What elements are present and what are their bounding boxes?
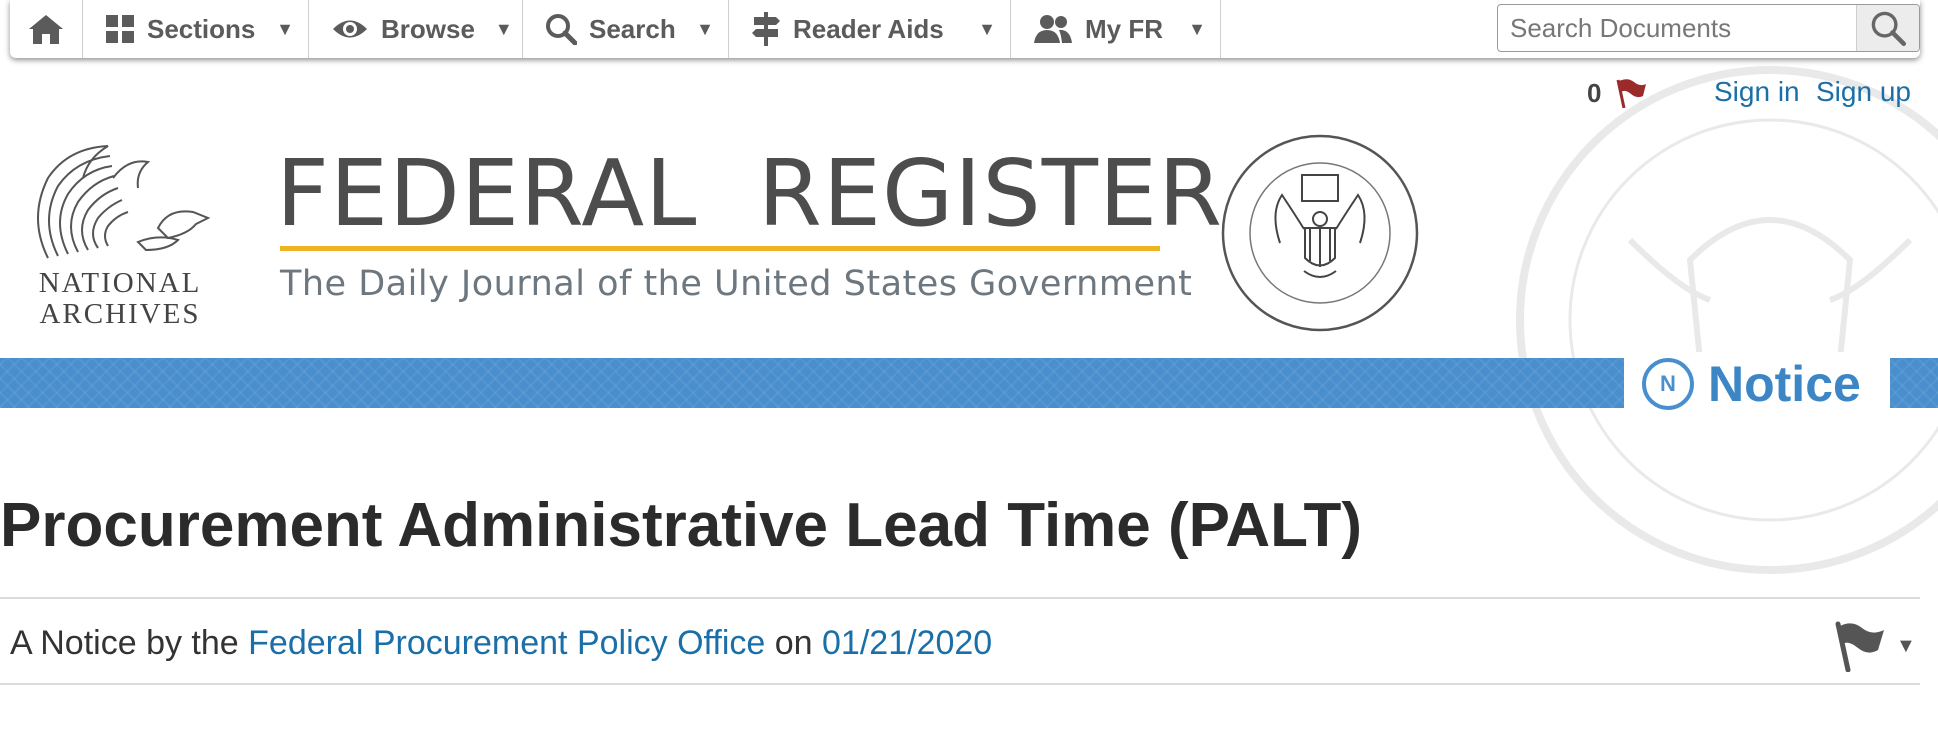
site-subtitle: The Daily Journal of the United States G… <box>280 264 1193 304</box>
search-submit-button[interactable] <box>1856 5 1919 51</box>
national-archives-wordmark: NATIONAL ARCHIVES <box>22 268 218 330</box>
agency-link[interactable]: Federal Procurement Policy Office <box>248 624 765 662</box>
nav-reader-aids[interactable]: Reader Aids ▼ <box>729 0 1011 58</box>
nav-my-fr[interactable]: My FR ▼ <box>1011 0 1221 58</box>
byline-prefix: A Notice by the <box>10 624 239 662</box>
nav-browse[interactable]: Browse ▼ <box>309 0 523 58</box>
home-button[interactable] <box>10 0 83 58</box>
nara-seal[interactable] <box>1220 133 1420 338</box>
chevron-down-icon[interactable]: ▼ <box>256 19 294 40</box>
chevron-down-icon[interactable]: ▼ <box>475 19 513 40</box>
nav-sections[interactable]: Sections ▼ <box>83 0 309 58</box>
users-icon <box>1033 14 1073 44</box>
grid-icon <box>105 14 135 44</box>
chevron-down-icon[interactable]: ▼ <box>958 19 996 40</box>
search-input[interactable] <box>1498 6 1882 50</box>
flag-count[interactable]: 0 <box>1587 78 1601 109</box>
notice-badge-icon: N <box>1642 358 1694 410</box>
document-type-label: Notice <box>1708 356 1861 412</box>
document-type-tab: N Notice <box>1624 352 1890 416</box>
chevron-down-icon[interactable]: ▼ <box>1168 19 1206 40</box>
search-icon <box>545 13 577 45</box>
nara-line-1: NATIONAL <box>38 267 202 299</box>
flag-icon[interactable] <box>1614 78 1648 113</box>
chevron-down-icon[interactable]: ▼ <box>676 19 714 40</box>
nav-search[interactable]: Search ▼ <box>523 0 729 58</box>
site-title[interactable]: FEDERAL REGISTER <box>276 148 1223 240</box>
nav-browse-label: Browse <box>381 13 475 44</box>
nara-line-2: ARCHIVES <box>39 298 201 330</box>
seal-watermark <box>1510 60 1938 585</box>
signpost-icon <box>751 12 781 46</box>
nav-my-fr-label: My FR <box>1085 13 1163 44</box>
document-search <box>1497 4 1920 52</box>
divider-bottom <box>0 683 1920 685</box>
title-underline <box>280 246 1160 251</box>
document-flag-dropdown[interactable]: ▼ <box>1832 620 1916 672</box>
publication-date-link[interactable]: 01/21/2020 <box>822 624 992 662</box>
document-title: Procurement Administrative Lead Time (PA… <box>0 491 1362 560</box>
search-icon <box>1871 11 1906 46</box>
divider-top <box>0 597 1920 599</box>
nav-reader-aids-label: Reader Aids <box>793 13 944 44</box>
sign-up-link[interactable]: Sign up <box>1816 76 1911 108</box>
flag-icon <box>1835 621 1884 672</box>
chevron-down-icon[interactable]: ▼ <box>1896 635 1916 658</box>
home-icon <box>29 15 63 44</box>
byline-on: on <box>774 624 813 662</box>
nav-search-label: Search <box>589 13 676 44</box>
sign-in-link[interactable]: Sign in <box>1714 76 1800 108</box>
eye-icon <box>331 16 369 42</box>
nav-sections-label: Sections <box>147 13 256 44</box>
document-byline: A Notice by the Federal Procurement Poli… <box>10 624 992 663</box>
